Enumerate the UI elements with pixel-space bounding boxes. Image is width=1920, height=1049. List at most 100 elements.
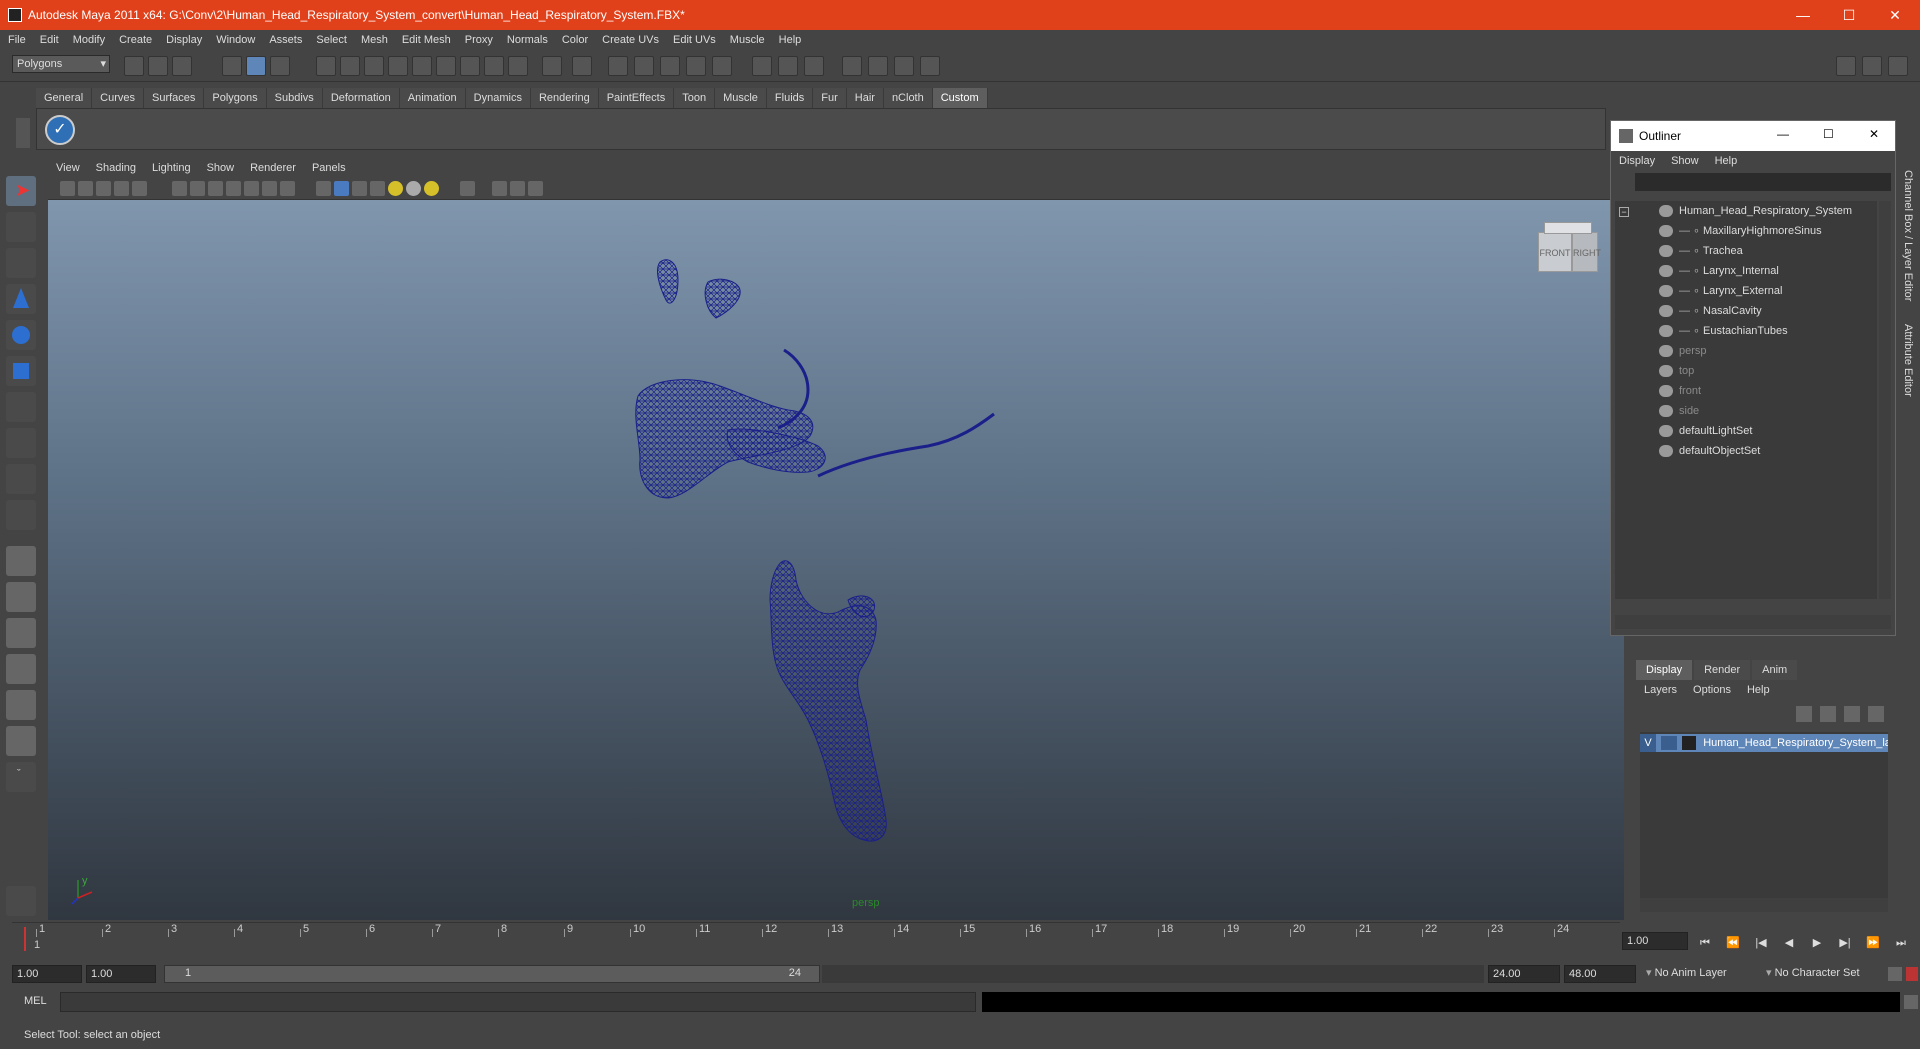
- playback-start-field[interactable]: 1.00: [86, 965, 156, 983]
- shelf-tab-fur[interactable]: Fur: [813, 88, 847, 108]
- outliner-item[interactable]: — ∘ Trachea: [1659, 241, 1743, 261]
- shelf-tab-curves[interactable]: Curves: [92, 88, 144, 108]
- layer-color-swatch[interactable]: [1682, 736, 1697, 751]
- snap-curve-icon[interactable]: [634, 56, 654, 76]
- go-to-end-button[interactable]: ⏭: [1892, 935, 1910, 951]
- menu-assets[interactable]: Assets: [269, 34, 302, 46]
- snap-view-plane-icon[interactable]: [686, 56, 706, 76]
- character-set-dropdown[interactable]: ▾ No Character Set: [1762, 965, 1886, 983]
- menu-proxy[interactable]: Proxy: [465, 34, 493, 46]
- show-attribute-editor-icon[interactable]: [1862, 56, 1882, 76]
- layer-row[interactable]: V Human_Head_Respiratory_System_la: [1640, 734, 1888, 752]
- select-tool-icon[interactable]: ➤: [6, 176, 36, 206]
- menu-display[interactable]: Display: [166, 34, 202, 46]
- attribute-editor-tab[interactable]: Attribute Editor: [1902, 324, 1914, 404]
- perspective-viewport[interactable]: persp y FRONT RIGHT: [48, 200, 1624, 920]
- render-view-icon[interactable]: [842, 56, 862, 76]
- step-back-button[interactable]: ⏪: [1724, 935, 1742, 951]
- panel-menu-renderer[interactable]: Renderer: [250, 162, 296, 174]
- rotate-tool-icon[interactable]: [6, 320, 36, 350]
- shelf-tab-dynamics[interactable]: Dynamics: [465, 88, 531, 108]
- render-settings-icon[interactable]: [920, 56, 940, 76]
- use-all-lights-icon[interactable]: [406, 181, 421, 196]
- chevron-down-icon[interactable]: ˇ: [6, 762, 36, 792]
- play-backward-button[interactable]: ◀: [1780, 935, 1798, 951]
- outliner-persp-layout-icon[interactable]: [6, 618, 36, 648]
- layer-menu-help[interactable]: Help: [1747, 684, 1770, 696]
- field-chart-icon[interactable]: [244, 181, 259, 196]
- outliner-item[interactable]: — ∘ Larynx_External: [1659, 281, 1783, 301]
- panel-menu-view[interactable]: View: [56, 162, 80, 174]
- outliner-minimize-button[interactable]: —: [1777, 127, 1789, 141]
- layer-tab-anim[interactable]: Anim: [1752, 660, 1798, 680]
- film-gate-icon[interactable]: [190, 181, 205, 196]
- view-cube[interactable]: FRONT RIGHT: [1538, 222, 1601, 282]
- current-time-marker[interactable]: [24, 927, 26, 951]
- snap-grid-icon[interactable]: [608, 56, 628, 76]
- mask-curves-icon[interactable]: [364, 56, 384, 76]
- lasso-tool-icon[interactable]: [6, 212, 36, 242]
- xray-joints-icon[interactable]: [510, 181, 525, 196]
- shelf-menu-icon[interactable]: [16, 118, 30, 148]
- shelf-tab-animation[interactable]: Animation: [399, 88, 466, 108]
- hypershade-layout-icon[interactable]: [6, 690, 36, 720]
- menu-help[interactable]: Help: [779, 34, 802, 46]
- menu-color[interactable]: Color: [562, 34, 588, 46]
- go-to-start-button[interactable]: ⏮: [1696, 935, 1714, 951]
- time-slider[interactable]: 1 2 3 4 5 6 7 8 9 10 11 12 13 14 15 16 17 18 19 20 21 22 23 24 …: [12, 922, 1620, 956]
- paint-select-tool-icon[interactable]: [6, 248, 36, 278]
- shelf-tab-toon[interactable]: Toon: [674, 88, 716, 108]
- safe-title-icon[interactable]: [280, 181, 295, 196]
- minimize-button[interactable]: —: [1780, 0, 1826, 30]
- mask-dynamics-icon[interactable]: [436, 56, 456, 76]
- command-language-label[interactable]: MEL: [24, 995, 47, 1007]
- menu-modify[interactable]: Modify: [73, 34, 105, 46]
- wireframe-on-shaded-icon[interactable]: [352, 181, 367, 196]
- outliner-item[interactable]: side: [1659, 401, 1699, 421]
- highlight-selection-icon[interactable]: [572, 56, 592, 76]
- close-button[interactable]: ✕: [1872, 0, 1918, 30]
- outliner-item[interactable]: — ∘ MaxillaryHighmoreSinus: [1659, 221, 1822, 241]
- auto-key-icon[interactable]: [1888, 967, 1902, 981]
- lock-selection-icon[interactable]: [542, 56, 562, 76]
- layer-menu-options[interactable]: Options: [1693, 684, 1731, 696]
- show-modeling-toolkit-icon[interactable]: [1836, 56, 1856, 76]
- playback-end-field[interactable]: 24.00: [1488, 965, 1560, 983]
- panel-menu-lighting[interactable]: Lighting: [152, 162, 191, 174]
- gate-mask-icon[interactable]: [226, 181, 241, 196]
- command-input[interactable]: [60, 992, 976, 1012]
- outliner-menu-show[interactable]: Show: [1671, 155, 1699, 167]
- shelf-tab-surfaces[interactable]: Surfaces: [143, 88, 205, 108]
- outliner-menu-help[interactable]: Help: [1715, 155, 1738, 167]
- render-frame-icon[interactable]: [868, 56, 888, 76]
- shadows-icon[interactable]: [424, 181, 439, 196]
- outliner-menu-display[interactable]: Display: [1619, 155, 1655, 167]
- open-scene-icon[interactable]: [148, 56, 168, 76]
- use-default-light-icon[interactable]: [388, 181, 403, 196]
- layer-visibility-toggle[interactable]: V: [1640, 734, 1656, 752]
- view-cube-right[interactable]: RIGHT: [1572, 232, 1601, 272]
- outliner-item[interactable]: defaultLightSet: [1659, 421, 1752, 441]
- resolution-gate-icon[interactable]: [208, 181, 223, 196]
- layer-menu-layers[interactable]: Layers: [1644, 684, 1677, 696]
- view-cube-top[interactable]: [1544, 222, 1592, 234]
- outliner-maximize-button[interactable]: ☐: [1823, 127, 1834, 141]
- step-back-key-button[interactable]: |◀: [1752, 935, 1770, 951]
- image-plane-icon[interactable]: [96, 181, 111, 196]
- mask-surfaces-icon[interactable]: [388, 56, 408, 76]
- create-empty-layer-icon[interactable]: [1844, 706, 1860, 722]
- make-live-icon[interactable]: [712, 56, 732, 76]
- menu-window[interactable]: Window: [216, 34, 255, 46]
- outliner-horizontal-scrollbar[interactable]: [1615, 615, 1891, 629]
- outliner-item[interactable]: — ∘ EustachianTubes: [1659, 321, 1788, 341]
- step-forward-button[interactable]: ⏩: [1864, 935, 1882, 951]
- menu-create[interactable]: Create: [119, 34, 152, 46]
- shelf-tab-custom[interactable]: Custom: [932, 88, 988, 108]
- menu-edit-uvs[interactable]: Edit UVs: [673, 34, 716, 46]
- outliner-item[interactable]: top: [1659, 361, 1694, 381]
- shelf-tab-deformation[interactable]: Deformation: [322, 88, 400, 108]
- shelf-tab-ncloth[interactable]: nCloth: [883, 88, 933, 108]
- snap-point-icon[interactable]: [660, 56, 680, 76]
- shelf-tab-painteffects[interactable]: PaintEffects: [598, 88, 675, 108]
- menu-muscle[interactable]: Muscle: [730, 34, 765, 46]
